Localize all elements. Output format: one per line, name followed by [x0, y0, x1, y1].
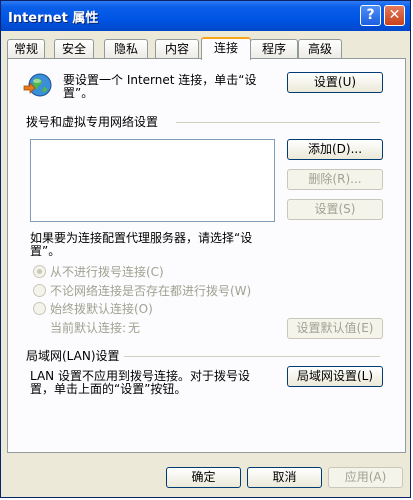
lan-description-line2: 置，单击上面的“设置”按钮。 — [30, 382, 187, 396]
radio-dial-whenever-no-network-label[interactable]: 不论网络连接是否存在都进行拨号(W) — [50, 284, 251, 298]
radio-always-dial-default-label[interactable]: 始终拨默认连接(O) — [50, 302, 153, 316]
proxy-description-line2: 置”。 — [30, 244, 61, 258]
proxy-description-line1: 如果要为连接配置代理服务器，请选择“设 — [30, 231, 253, 245]
ok-button[interactable]: 确定 — [166, 467, 241, 488]
title-bar[interactable]: Internet 属性 ? ✕ — [1, 1, 410, 31]
tab-general[interactable]: 常规 — [7, 39, 45, 58]
set-default-button[interactable]: 设置默认值(E) — [287, 318, 383, 339]
lan-group-divider — [124, 356, 380, 357]
current-default-value: 无 — [128, 321, 141, 335]
dialup-group-label: 拨号和虚拟专用网络设置 — [26, 115, 159, 129]
setup-description-line1: 要设置一个 Internet 连接，单击“设 — [63, 73, 257, 87]
tab-strip: 常规 安全 隐私 内容 连接 程序 高级 — [7, 37, 407, 60]
internet-globe-icon — [23, 73, 52, 97]
help-button[interactable]: ? — [360, 5, 381, 26]
lan-settings-button[interactable]: 局域网设置(L) — [287, 366, 383, 387]
close-icon: ✕ — [388, 7, 401, 23]
tab-programs[interactable]: 程序 — [250, 39, 298, 58]
radio-dial-whenever-no-network[interactable] — [33, 284, 46, 297]
lan-description-line1: LAN 设置不应用到拨号连接。对于拨号设 — [30, 369, 250, 383]
connection-settings-button[interactable]: 设置(S) — [287, 199, 383, 220]
connections-listbox[interactable] — [30, 139, 275, 222]
close-button[interactable]: ✕ — [384, 5, 405, 26]
tab-connections[interactable]: 连接 — [201, 37, 251, 60]
radio-never-dial[interactable] — [33, 265, 46, 278]
window-title: Internet 属性 — [8, 11, 99, 26]
tab-advanced[interactable]: 高级 — [298, 39, 342, 58]
help-icon: ? — [366, 7, 375, 23]
lan-group-label: 局域网(LAN)设置 — [26, 349, 120, 363]
current-default-label: 当前默认连接: — [50, 321, 127, 335]
tab-security[interactable]: 安全 — [54, 39, 94, 58]
internet-properties-dialog: Internet 属性 ? ✕ 常规 安全 隐私 内容 连接 程序 高级 要设置… — [0, 0, 411, 498]
apply-button[interactable]: 应用(A) — [328, 467, 403, 488]
add-connection-button[interactable]: 添加(D)... — [287, 139, 383, 160]
connections-panel: 要设置一个 Internet 连接，单击“设 置”。 设置(U) 拨号和虚拟专用… — [7, 58, 406, 453]
tab-content[interactable]: 内容 — [155, 39, 199, 58]
dialup-group-divider — [176, 122, 380, 123]
radio-always-dial-default[interactable] — [33, 302, 46, 315]
setup-description-line2: 置”。 — [63, 86, 94, 100]
setup-button[interactable]: 设置(U) — [287, 72, 383, 93]
tab-privacy[interactable]: 隐私 — [104, 39, 148, 58]
cancel-button[interactable]: 取消 — [247, 467, 322, 488]
remove-connection-button[interactable]: 删除(R)... — [287, 169, 383, 190]
radio-never-dial-label[interactable]: 从不进行拨号连接(C) — [50, 265, 164, 279]
